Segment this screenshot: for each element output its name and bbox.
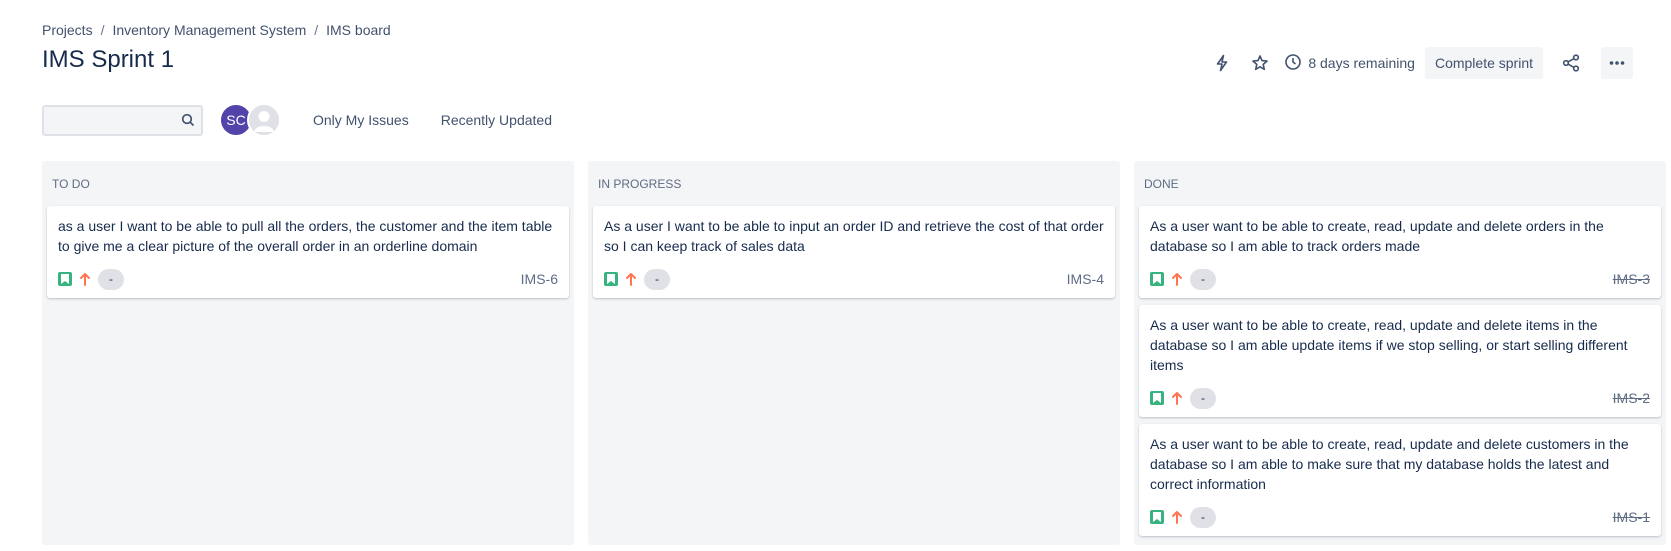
breadcrumb-separator: / (314, 22, 319, 38)
issue-key[interactable]: IMS-2 (1613, 390, 1650, 406)
sprint-remaining: 8 days remaining (1284, 53, 1415, 74)
issue-key[interactable]: IMS-6 (521, 271, 558, 287)
board: TO DO as a user I want to be able to pul… (42, 161, 1666, 545)
column-todo: TO DO as a user I want to be able to pul… (42, 161, 574, 545)
issue-key[interactable]: IMS-1 (1613, 509, 1650, 525)
card-summary: As a user want to be able to create, rea… (1150, 218, 1604, 254)
card-footer: - IMS-6 (58, 268, 558, 290)
remaining-text: 8 days remaining (1308, 55, 1415, 71)
card-footer: - IMS-4 (604, 268, 1104, 290)
story-icon (58, 272, 72, 286)
issue-card[interactable]: As a user want to be able to create, rea… (1139, 206, 1661, 298)
breadcrumb-project[interactable]: Inventory Management System (112, 22, 306, 38)
priority-high-icon (625, 272, 637, 286)
story-icon (1150, 391, 1164, 405)
search-field (42, 104, 203, 136)
issue-card[interactable]: As a user want to be able to create, rea… (1139, 305, 1661, 417)
board-toolbar: SC Only My Issues Recently Updated (42, 103, 558, 137)
priority-high-icon (79, 272, 91, 286)
issue-card[interactable]: As a user want to be able to create, rea… (1139, 424, 1661, 536)
column-header: TO DO (52, 177, 90, 191)
story-points-badge: - (1190, 387, 1216, 409)
priority-high-icon (1171, 272, 1183, 286)
filter-only-my-issues[interactable]: Only My Issues (307, 106, 415, 134)
issue-key[interactable]: IMS-4 (1067, 271, 1104, 287)
story-points-badge: - (1190, 268, 1216, 290)
more-icon[interactable] (1601, 47, 1633, 79)
story-icon (1150, 510, 1164, 524)
star-icon[interactable] (1244, 47, 1276, 79)
page-title: IMS Sprint 1 (42, 46, 175, 73)
card-footer: - IMS-3 (1150, 268, 1650, 290)
automation-icon[interactable] (1206, 47, 1238, 79)
story-icon (1150, 272, 1164, 286)
priority-high-icon (1171, 391, 1183, 405)
issue-card[interactable]: As a user I want to be able to input an … (593, 206, 1115, 298)
search-input[interactable] (44, 106, 201, 134)
column-in-progress: IN PROGRESS As a user I want to be able … (588, 161, 1120, 545)
clock-icon (1284, 53, 1302, 74)
card-summary: As a user want to be able to create, rea… (1150, 317, 1628, 373)
share-icon[interactable] (1555, 47, 1587, 79)
unassigned-avatar-icon[interactable] (247, 103, 281, 137)
column-header: IN PROGRESS (598, 177, 682, 191)
avatar-group: SC (219, 103, 281, 137)
card-summary: as a user I want to be able to pull all … (58, 218, 553, 254)
breadcrumb-separator: / (100, 22, 105, 38)
card-footer: - IMS-2 (1150, 387, 1650, 409)
header-actions: 8 days remaining Complete sprint (1206, 47, 1633, 79)
card-summary: As a user I want to be able to input an … (604, 218, 1104, 254)
complete-sprint-button[interactable]: Complete sprint (1424, 47, 1543, 79)
story-points-badge: - (1190, 506, 1216, 528)
priority-high-icon (1171, 510, 1183, 524)
filter-recently-updated[interactable]: Recently Updated (435, 106, 558, 134)
card-summary: As a user want to be able to create, rea… (1150, 436, 1629, 492)
card-footer: - IMS-1 (1150, 506, 1650, 528)
story-points-badge: - (98, 268, 124, 290)
breadcrumb: Projects / Inventory Management System /… (42, 22, 391, 38)
issue-card[interactable]: as a user I want to be able to pull all … (47, 206, 569, 298)
story-icon (604, 272, 618, 286)
issue-key[interactable]: IMS-3 (1613, 271, 1650, 287)
column-done: DONE As a user want to be able to create… (1134, 161, 1666, 545)
story-points-badge: - (644, 268, 670, 290)
column-header: DONE (1144, 177, 1179, 191)
breadcrumb-projects[interactable]: Projects (42, 22, 93, 38)
search-icon (181, 113, 195, 132)
breadcrumb-board[interactable]: IMS board (326, 22, 391, 38)
